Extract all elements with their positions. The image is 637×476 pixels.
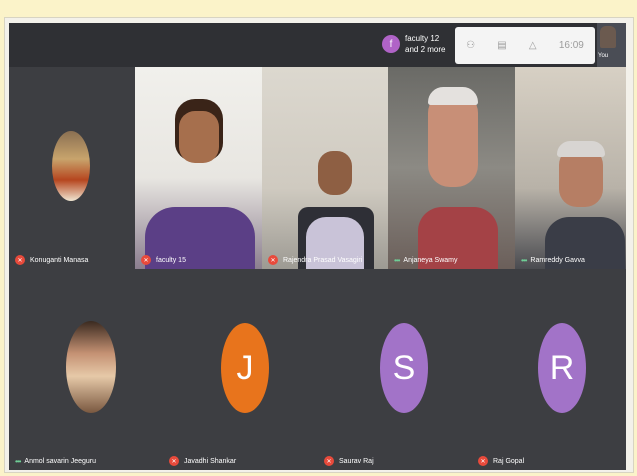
initial-avatar: R <box>538 323 586 413</box>
initial-avatar: S <box>380 323 428 413</box>
participant-name: Rajendra Prasad Vasagiri <box>283 256 363 264</box>
mic-off-icon: ✕ <box>15 255 25 265</box>
participant-name: Raj Gopal <box>493 457 525 465</box>
others-line-1: faculty 12 <box>405 34 440 43</box>
participant-name: Javadhi Shankar <box>184 457 237 465</box>
video-person-face <box>179 111 219 163</box>
video-person-face <box>428 91 478 187</box>
self-view-tile[interactable]: You <box>597 23 626 67</box>
participant-name: Anmol savarin Jeeguru <box>24 458 96 465</box>
video-person-hair <box>557 141 605 157</box>
chat-icon[interactable]: ▤ <box>497 40 506 51</box>
self-label: You <box>598 53 609 59</box>
mic-off-icon: ✕ <box>141 255 151 265</box>
participant-avatar: f <box>382 35 400 53</box>
participant-name: Saurav Raj <box>339 457 374 465</box>
profile-photo-avatar <box>66 321 116 413</box>
activities-icon[interactable]: △ <box>529 40 537 51</box>
participant-video-tile[interactable]: ✕ faculty 15 <box>135 67 262 269</box>
initial-avatar: J <box>221 323 269 413</box>
top-bar: f faculty 12 and 2 more ⚇ ▤ △ 16:09 You <box>9 23 626 67</box>
participant-video-tile[interactable]: ••• Anjaneya Swamy <box>388 67 515 269</box>
top-right-panel: ⚇ ▤ △ 16:09 <box>455 27 595 64</box>
participant-video-tile[interactable]: ✕ Rajendra Prasad Vasagiri <box>262 67 388 269</box>
clock: 16:09 <box>558 40 584 51</box>
others-line-2: and 2 more <box>405 45 446 54</box>
participant-tile[interactable]: ••• Anmol savarin Jeeguru <box>9 269 163 470</box>
self-video-silhouette <box>600 26 616 48</box>
speaking-icon: ••• <box>521 256 527 265</box>
participant-tile[interactable]: R ✕ Raj Gopal <box>472 269 626 470</box>
participant-tile[interactable]: S ✕ Saurav Raj <box>318 269 472 470</box>
profile-photo-avatar <box>52 131 90 201</box>
speaking-icon: ••• <box>394 256 400 265</box>
other-participants-chip[interactable]: f faculty 12 and 2 more <box>382 29 445 59</box>
mic-off-icon: ✕ <box>478 456 488 466</box>
video-call-screen: f faculty 12 and 2 more ⚇ ▤ △ 16:09 You … <box>9 23 626 470</box>
mic-off-icon: ✕ <box>268 255 278 265</box>
participant-tile[interactable]: ✕ Konuganti Manasa <box>9 67 135 269</box>
video-person-hair <box>428 87 478 105</box>
speaking-icon: ••• <box>15 457 21 466</box>
video-person-face <box>318 151 352 195</box>
mic-off-icon: ✕ <box>169 456 179 466</box>
participant-name: Konuganti Manasa <box>30 256 89 264</box>
participant-video-tile[interactable]: ••• Ramreddy Gavva <box>515 67 626 269</box>
participant-name: faculty 15 <box>156 256 186 264</box>
participant-name: Anjaneya Swamy <box>403 257 458 264</box>
participant-name: Ramreddy Gavva <box>530 257 585 264</box>
mic-off-icon: ✕ <box>324 456 334 466</box>
people-icon[interactable]: ⚇ <box>466 40 475 51</box>
participant-tile[interactable]: J ✕ Javadhi Shankar <box>163 269 318 470</box>
